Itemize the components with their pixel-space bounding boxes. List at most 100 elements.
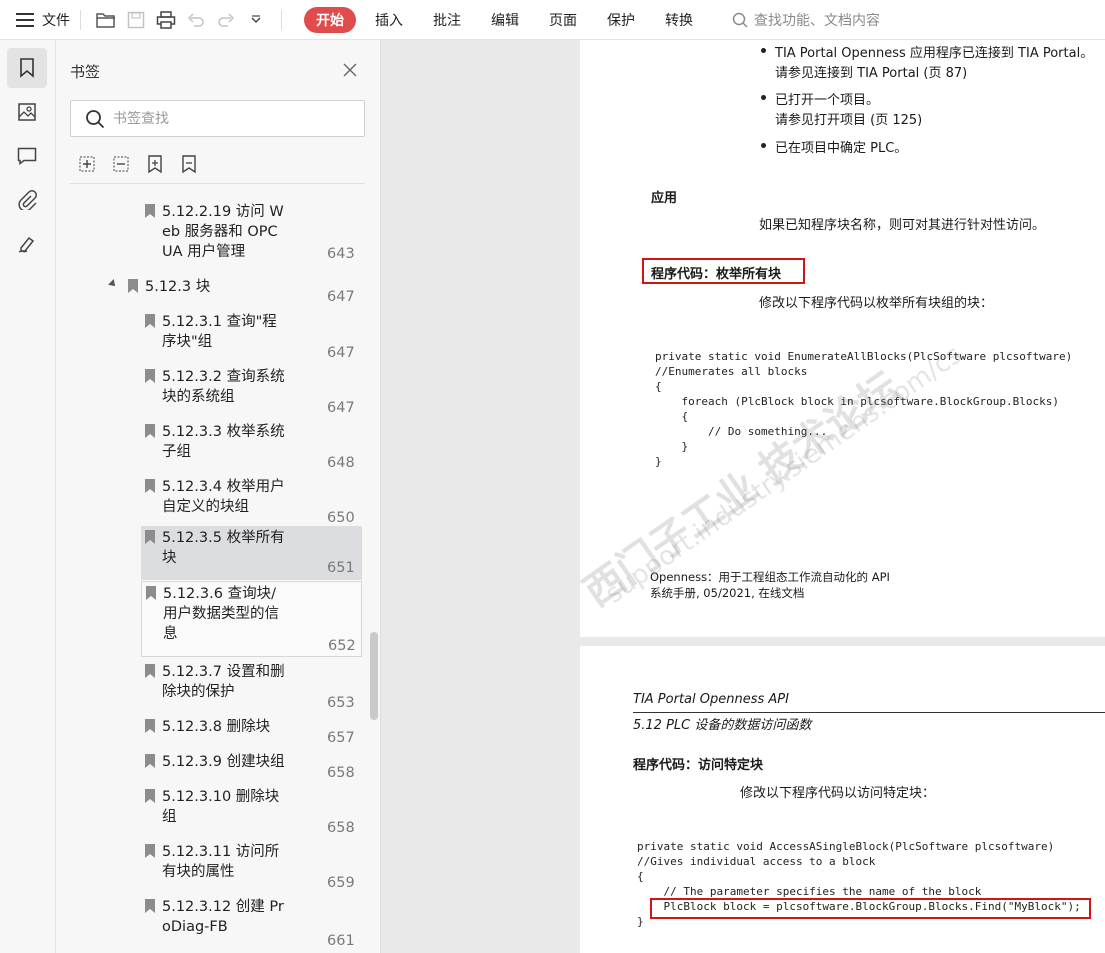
bookmark-item[interactable]: 5.12.3.1 查询"程 序块"组 647 (141, 310, 362, 365)
expand-all-icon[interactable] (76, 153, 98, 175)
undo-icon[interactable] (181, 0, 211, 40)
bookmark-label: 5.12.3.5 枚举所有 块 (162, 530, 285, 566)
comment-panel-button[interactable] (7, 136, 47, 176)
chevron-down-icon[interactable] (241, 0, 271, 40)
bookmark-item[interactable]: 5.12.3.7 设置和删 除块的保护 653 (141, 660, 362, 715)
tab-protect[interactable]: 保护 (592, 0, 650, 40)
section-heading: 程序代码：访问特定块 (633, 758, 764, 773)
bookmark-flag-icon (145, 369, 155, 383)
remove-bookmark-icon[interactable] (178, 153, 200, 175)
bookmark-label: 5.12.3.11 访问所 有块的属性 (162, 844, 280, 880)
bookmark-item[interactable]: 5.12.3.4 枚举用户 自定义的块组 650 (141, 475, 362, 530)
bookmark-page-number: 652 (328, 638, 356, 654)
function-search[interactable]: 查找功能、文档内容 (732, 0, 880, 40)
bookmark-page-number: 661 (327, 933, 355, 949)
code-line: private static void AccessASingleBlock(P… (637, 840, 1055, 853)
print-icon[interactable] (151, 0, 181, 40)
bookmark-page-number: 651 (327, 560, 355, 576)
code-line: } (655, 440, 689, 453)
collapse-triangle-icon[interactable] (108, 279, 118, 289)
bookmark-flag-icon (145, 479, 155, 493)
tab-start[interactable]: 开始 (304, 6, 356, 33)
comment-icon (17, 147, 37, 165)
side-icon-rail (0, 40, 56, 953)
bookmark-page-number: 647 (327, 400, 355, 416)
bookmark-page-number: 647 (327, 289, 355, 305)
bookmark-label: 5.12.3.3 枚举系统 子组 (162, 424, 285, 460)
section-heading: 应用 (651, 191, 678, 206)
redo-icon[interactable] (211, 0, 241, 40)
bookmark-label: 5.12.3.6 查询块/ 用户数据类型的信 息 (163, 586, 279, 642)
thumbnail-panel-button[interactable] (7, 92, 47, 132)
bookmark-item[interactable]: 5.12.2.19 访问 W eb 服务器和 OPC UA 用户管理 643 (141, 200, 362, 266)
link-text[interactable]: 请参见连接到 TIA Portal (页 87) (775, 62, 967, 81)
close-icon[interactable] (340, 60, 360, 80)
tab-page[interactable]: 页面 (534, 0, 592, 40)
code-line: } (655, 455, 662, 468)
file-menu-label: 文件 (42, 12, 70, 29)
panel-title: 书签 (70, 63, 101, 81)
bookmark-flag-icon (145, 789, 155, 803)
bookmark-label: 5.12.3.4 枚举用户 自定义的块组 (162, 479, 285, 515)
bookmark-label: 5.12.3 块 (145, 279, 211, 295)
bookmark-flag-icon (145, 844, 155, 858)
bookmark-flag-icon (145, 530, 155, 544)
toolbar-divider (281, 9, 282, 30)
bookmark-tools (76, 153, 200, 175)
bullet-dot (761, 48, 766, 53)
bookmark-item[interactable]: 5.12.3 块 647 (108, 275, 362, 309)
bookmark-item[interactable]: 5.12.3.10 删除块 组 658 (141, 785, 362, 840)
bookmark-search-input[interactable] (113, 110, 353, 127)
add-bookmark-icon[interactable] (144, 153, 166, 175)
bookmark-flag-icon (145, 204, 155, 218)
tab-edit[interactable]: 编辑 (476, 0, 534, 40)
save-icon[interactable] (121, 0, 151, 40)
bookmark-item[interactable]: 5.12.3.6 查询块/ 用户数据类型的信 息 652 (141, 581, 362, 657)
bookmark-flag-icon (145, 719, 155, 733)
main-toolbar: 文件 开始 插入 批注 编辑 页面 保护 转换 查找功能、文档内容 (0, 0, 1105, 40)
signature-panel-button[interactable] (7, 224, 47, 264)
bookmark-item[interactable]: 5.12.3.3 枚举系统 子组 648 (141, 420, 362, 475)
body-text: 修改以下程序代码以访问特定块： (740, 786, 936, 801)
file-menu-button[interactable]: 文件 (16, 0, 70, 40)
open-folder-icon[interactable] (91, 0, 121, 40)
bookmark-page-number: 658 (327, 765, 355, 781)
bookmark-label: 5.12.3.9 创建块组 (162, 754, 285, 770)
section-heading: 程序代码：枚举所有块 (651, 267, 782, 282)
bookmark-item[interactable]: 5.12.3.12 创建 Pr oDiag-FB 661 (141, 895, 362, 953)
tab-convert[interactable]: 转换 (650, 0, 708, 40)
toolbar-divider (80, 9, 81, 30)
tab-annotate[interactable]: 批注 (418, 0, 476, 40)
bookmark-label: 5.12.3.10 删除块 组 (162, 789, 280, 825)
code-line: { (637, 870, 644, 883)
bookmark-label: 5.12.3.8 删除块 (162, 719, 271, 735)
bookmark-item[interactable]: 5.12.3.5 枚举所有 块 651 (141, 526, 362, 580)
highlight-box (650, 898, 1091, 919)
bookmark-panel-button[interactable] (7, 48, 47, 88)
page-footer: Openness：用于工程组态工作流自动化的 API (650, 570, 890, 584)
body-text: 如果已知程序块名称，则可对其进行针对性访问。 (759, 218, 1046, 233)
bullet-dot (761, 143, 766, 148)
bookmark-item[interactable]: 5.12.3.8 删除块 657 (141, 715, 362, 750)
search-icon (86, 109, 105, 128)
collapse-all-icon[interactable] (110, 153, 132, 175)
bookmark-item[interactable]: 5.12.3.2 查询系统 块的系统组 647 (141, 365, 362, 420)
document-page: TIA Portal Openness API 5.12 PLC 设备的数据访问… (580, 646, 1105, 953)
bookmark-item[interactable]: 5.12.3.11 访问所 有块的属性 659 (141, 840, 362, 895)
bookmark-scrollbar[interactable] (370, 632, 378, 720)
bookmark-flag-icon (145, 424, 155, 438)
bookmark-page-number: 653 (327, 695, 355, 711)
attachment-panel-button[interactable] (7, 180, 47, 220)
link-text[interactable]: 请参见打开项目 (页 125) (775, 109, 922, 128)
search-icon (732, 12, 748, 28)
code-line: //Enumerates all blocks (655, 365, 808, 378)
bookmark-search-field[interactable] (70, 100, 365, 137)
bookmark-item[interactable]: 5.12.3.9 创建块组 658 (141, 750, 362, 785)
bookmark-page-number: 648 (327, 455, 355, 471)
tab-insert[interactable]: 插入 (360, 0, 418, 40)
code-line: private static void EnumerateAllBlocks(P… (655, 350, 1073, 363)
bullet-text: TIA Portal Openness 应用程序已连接到 TIA Portal。 (775, 46, 1094, 61)
code-line: // The parameter specifies the name of t… (637, 885, 982, 898)
bookmark-panel: 书签 5.12.2.19 访问 W eb 服务器和 OPC UA 用户管理 643… (56, 40, 381, 953)
bookmark-label: 5.12.3.1 查询"程 序块"组 (162, 314, 277, 350)
